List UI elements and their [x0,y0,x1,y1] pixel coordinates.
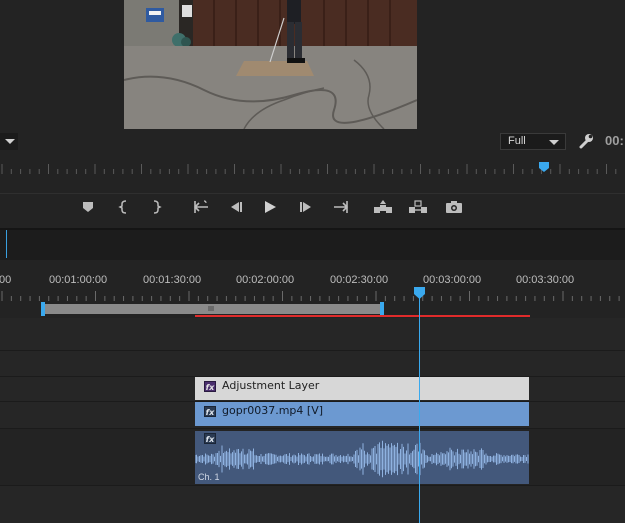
step-forward-button[interactable] [295,198,317,216]
marker-icon [83,202,93,212]
channel-label: Ch. 1 [198,472,220,482]
track-v3[interactable] [0,351,625,377]
playhead-timecode[interactable]: 00: [605,133,624,148]
go-to-in-button[interactable] [190,198,212,216]
playback-resolution-select[interactable]: Full [500,133,566,150]
mark-out-button[interactable] [145,198,167,216]
clip-label: Adjustment Layer [222,379,320,392]
monitor-playhead-handle[interactable] [539,162,549,172]
mark-out-icon [153,200,162,214]
chevron-down-icon [549,140,559,145]
extract-icon [409,200,427,213]
mark-in-icon [118,200,127,214]
play-button[interactable] [259,198,281,216]
video-frame-image [124,0,417,129]
divider [0,193,625,194]
lift-button[interactable] [372,198,394,216]
clip-label: gopr0037.mp4 [V] [222,404,324,417]
playhead-line[interactable] [419,296,420,523]
monitor-menu-dropdown[interactable] [0,133,18,150]
wrench-icon[interactable] [577,132,595,150]
track-a2[interactable] [0,486,625,523]
monitor-time-ruler[interactable] [0,162,625,176]
render-status-bar [195,315,530,317]
timeline-header [0,228,625,260]
fx-badge[interactable]: fx [204,380,216,392]
ruler-label: 00:01:00:00 [49,274,108,286]
play-icon [265,201,276,213]
adjustment-layer-clip[interactable]: fx Adjustment Layer [195,377,529,400]
audio-waveform [195,440,529,478]
fx-badge[interactable]: fx [204,433,216,444]
mark-in-button[interactable] [113,198,135,216]
step-back-button[interactable] [225,198,247,216]
work-area-in-handle [41,302,45,316]
go-to-out-icon [334,201,349,213]
ruler-label: 00:03:30:00 [516,274,575,286]
ruler-label: 00:02:00:00 [236,274,295,286]
ruler-label: 00:02:30:00 [330,274,389,286]
fx-badge[interactable]: fx [204,405,216,417]
work-area-out-handle [380,302,384,316]
step-forward-icon [300,202,311,212]
go-to-in-icon [193,200,208,213]
resolution-value: Full [508,135,526,147]
audio-clip[interactable]: fx Ch. 1 [195,431,529,484]
video-clip[interactable]: fx gopr0037.mp4 [V] [195,402,529,426]
extract-button[interactable] [407,198,429,216]
ruler-label: 00:01:30:00 [143,274,202,286]
chevron-down-icon [5,139,15,144]
step-back-icon [231,202,242,212]
panel-focus-edge [0,230,7,258]
ruler-label: :00 [0,274,12,286]
go-to-out-button[interactable] [330,198,352,216]
export-frame-button[interactable] [443,198,465,216]
lift-icon [374,200,392,213]
ruler-label: 00:03:00:00 [423,274,482,286]
video-preview[interactable] [124,0,417,129]
camera-icon [446,201,462,213]
add-marker-button[interactable] [77,198,99,216]
track-v4[interactable] [0,318,625,351]
